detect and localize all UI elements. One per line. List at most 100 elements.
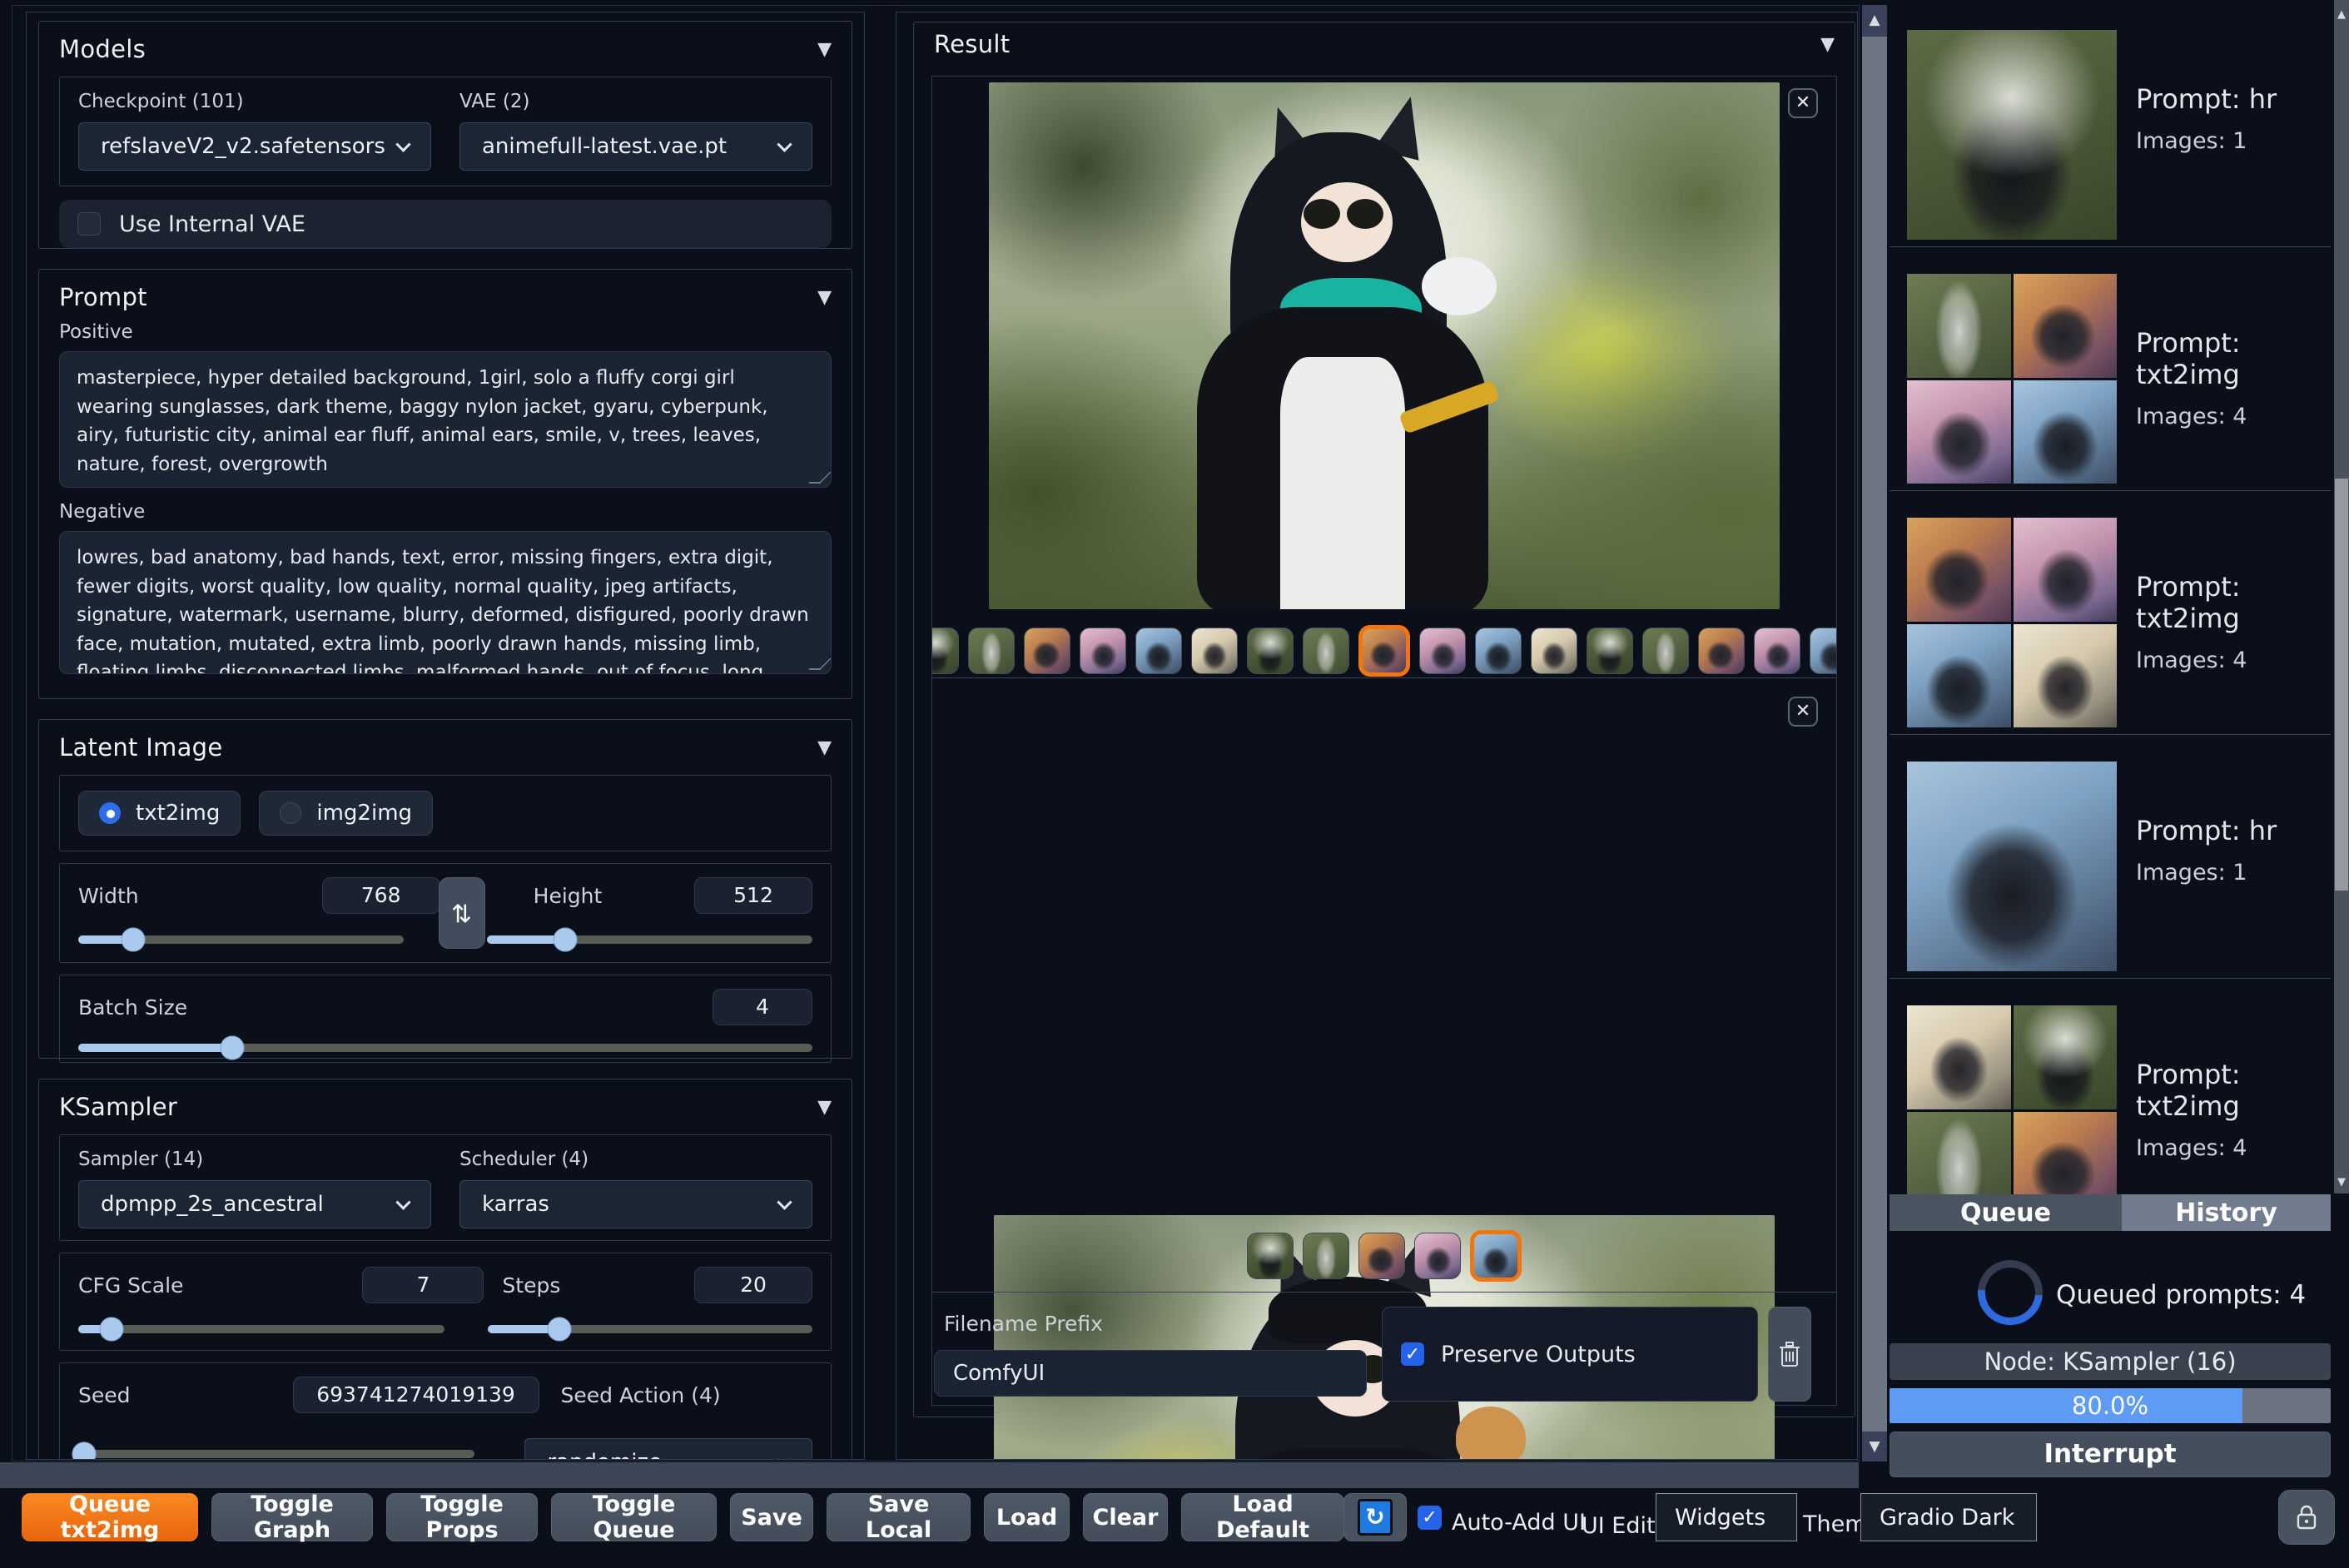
gallery-thumbnail[interactable] xyxy=(1247,628,1294,674)
gallery-thumbnail[interactable] xyxy=(1135,628,1182,674)
slider-knob[interactable] xyxy=(547,1317,572,1342)
steps-slider[interactable] xyxy=(487,1317,812,1342)
toggle-graph-button[interactable]: Toggle Graph xyxy=(211,1491,373,1543)
positive-prompt-textarea[interactable]: masterpiece, hyper detailed background, … xyxy=(59,351,832,488)
gallery-thumbnail[interactable] xyxy=(1191,628,1238,674)
steps-input[interactable]: 20 xyxy=(694,1267,812,1303)
gallery-thumbnail[interactable] xyxy=(1587,628,1633,674)
scroll-down-icon[interactable]: ▼ xyxy=(2334,1176,2349,1188)
close-image-button[interactable]: ✕ xyxy=(1788,697,1818,727)
history-thumbnail[interactable] xyxy=(1907,518,2117,727)
prompt-accordion-header[interactable]: Prompt ▼ xyxy=(59,281,832,313)
preserve-outputs-row[interactable]: Preserve Outputs xyxy=(1382,1307,1758,1402)
gallery-thumbnail[interactable] xyxy=(1358,1233,1405,1279)
gallery-thumbnail[interactable] xyxy=(1642,628,1689,674)
gallery-thumbnail[interactable] xyxy=(1414,1233,1461,1279)
seed-input[interactable]: 693741274019139 xyxy=(292,1377,539,1413)
preserve-outputs-checkbox[interactable] xyxy=(1401,1342,1424,1366)
batch-size-slider[interactable] xyxy=(78,1035,812,1060)
vae-dropdown[interactable]: animefull-latest.vae.pt xyxy=(459,122,812,171)
gallery-thumbnail[interactable] xyxy=(1303,1233,1349,1279)
history-list-item[interactable]: Prompt: txt2img Images: 4 xyxy=(1890,503,2331,747)
collapse-arrow-icon[interactable]: ▼ xyxy=(1820,34,1835,55)
scroll-down-icon[interactable]: ▼ xyxy=(1862,1438,1887,1455)
history-thumbnail[interactable] xyxy=(1907,1005,2117,1215)
history-list-item[interactable]: Prompt: hr Images: 1 xyxy=(1890,15,2331,259)
negative-prompt-textarea[interactable]: lowres, bad anatomy, bad hands, text, er… xyxy=(59,531,832,674)
history-thumbnail[interactable] xyxy=(1907,762,2117,971)
trash-button[interactable] xyxy=(1768,1307,1811,1402)
gallery-thumbnail[interactable] xyxy=(1247,1233,1294,1279)
gallery-thumbnail[interactable] xyxy=(1698,628,1745,674)
history-list-item[interactable]: Prompt: hr Images: 1 xyxy=(1890,747,2331,990)
gallery-thumbnail[interactable] xyxy=(1024,628,1070,674)
resize-handle-icon[interactable] xyxy=(808,472,831,484)
slider-knob[interactable] xyxy=(220,1035,245,1060)
gallery-thumbnail[interactable] xyxy=(1470,1230,1522,1282)
width-input[interactable]: 768 xyxy=(321,877,440,914)
widgets-select[interactable]: Widgets xyxy=(1656,1493,1797,1541)
tab-queue[interactable]: Queue xyxy=(1890,1194,2122,1231)
result-accordion-header[interactable]: Result ▼ xyxy=(914,22,1855,66)
slider-knob[interactable] xyxy=(121,927,146,952)
scroll-up-icon[interactable]: ▲ xyxy=(2334,8,2349,21)
seed-slider[interactable] xyxy=(72,1441,475,1459)
gallery-thumbnail[interactable] xyxy=(1754,628,1800,674)
gallery-thumbnail[interactable] xyxy=(1475,628,1522,674)
filename-prefix-input[interactable]: ComfyUI xyxy=(934,1350,1367,1397)
collapse-arrow-icon[interactable]: ▼ xyxy=(817,287,832,308)
refresh-ui-button[interactable]: ↻ xyxy=(1343,1493,1407,1541)
latent-accordion-header[interactable]: Latent Image ▼ xyxy=(59,732,832,763)
slider-knob[interactable] xyxy=(99,1317,124,1342)
sampler-dropdown[interactable]: dpmpp_2s_ancestral xyxy=(78,1180,431,1228)
gallery-thumbnail[interactable] xyxy=(1303,628,1349,674)
scrollbar-thumb[interactable] xyxy=(1862,37,1887,1432)
gallery-thumbnail[interactable] xyxy=(968,628,1015,674)
history-thumbnail[interactable] xyxy=(1907,30,2117,240)
load-default-button[interactable]: Load Default xyxy=(1181,1491,1344,1543)
gallery-thumbnail[interactable] xyxy=(1358,625,1410,677)
collapse-arrow-icon[interactable]: ▼ xyxy=(817,1097,832,1118)
height-input[interactable]: 512 xyxy=(694,877,812,914)
use-internal-vae-checkbox[interactable] xyxy=(77,212,101,236)
lock-ui-button[interactable] xyxy=(2278,1490,2335,1545)
scroll-up-icon[interactable]: ▲ xyxy=(1862,12,1887,28)
collapse-arrow-icon[interactable]: ▼ xyxy=(817,39,832,60)
ksampler-accordion-header[interactable]: KSampler ▼ xyxy=(59,1091,832,1123)
main-horizontal-scrollbar[interactable] xyxy=(0,1462,1859,1488)
cfg-scale-slider[interactable] xyxy=(78,1317,444,1342)
use-internal-vae-row[interactable]: Use Internal VAE xyxy=(59,200,832,248)
checkpoint-dropdown[interactable]: refslaveV2_v2.safetensors xyxy=(78,122,431,171)
close-image-button[interactable]: ✕ xyxy=(1788,88,1818,118)
seed-action-dropdown[interactable]: randomize xyxy=(524,1438,812,1459)
save-local-button[interactable]: Save Local xyxy=(827,1491,971,1543)
interrupt-button[interactable]: Interrupt xyxy=(1890,1432,2331,1477)
result-image-large[interactable] xyxy=(989,82,1780,609)
history-list-item[interactable]: Prompt: txt2img Images: 4 xyxy=(1890,259,2331,503)
swap-dimensions-button[interactable]: ⇄ xyxy=(439,877,485,949)
img2img-radio[interactable]: img2img xyxy=(259,791,434,836)
batch-size-input[interactable]: 4 xyxy=(713,989,812,1025)
gallery-thumbnail[interactable] xyxy=(932,628,959,674)
history-thumbnail[interactable] xyxy=(1907,274,2117,484)
resize-handle-icon[interactable] xyxy=(808,658,831,670)
main-vertical-scrollbar[interactable]: ▲ ▼ xyxy=(1862,5,1887,1461)
toggle-queue-button[interactable]: Toggle Queue xyxy=(551,1491,717,1543)
height-slider[interactable] xyxy=(487,927,812,952)
width-slider[interactable] xyxy=(78,927,404,952)
scheduler-dropdown[interactable]: karras xyxy=(459,1180,812,1228)
tab-history[interactable]: History xyxy=(2122,1194,2331,1231)
toggle-props-button[interactable]: Toggle Props xyxy=(386,1491,538,1543)
txt2img-radio[interactable]: txt2img xyxy=(78,791,241,836)
slider-knob[interactable] xyxy=(553,927,578,952)
gallery-thumbnail[interactable] xyxy=(1531,628,1577,674)
gallery-thumbnail[interactable] xyxy=(1080,628,1126,674)
slider-knob[interactable] xyxy=(72,1441,97,1459)
collapse-arrow-icon[interactable]: ▼ xyxy=(817,737,832,758)
models-accordion-header[interactable]: Models ▼ xyxy=(59,33,832,65)
gallery-thumbnail[interactable] xyxy=(1810,628,1836,674)
clear-button[interactable]: Clear xyxy=(1083,1493,1168,1541)
gallery-thumbnail[interactable] xyxy=(1419,628,1466,674)
queue-txt2img-button[interactable]: Queue txt2img xyxy=(22,1491,198,1543)
load-button[interactable]: Load xyxy=(984,1493,1070,1541)
